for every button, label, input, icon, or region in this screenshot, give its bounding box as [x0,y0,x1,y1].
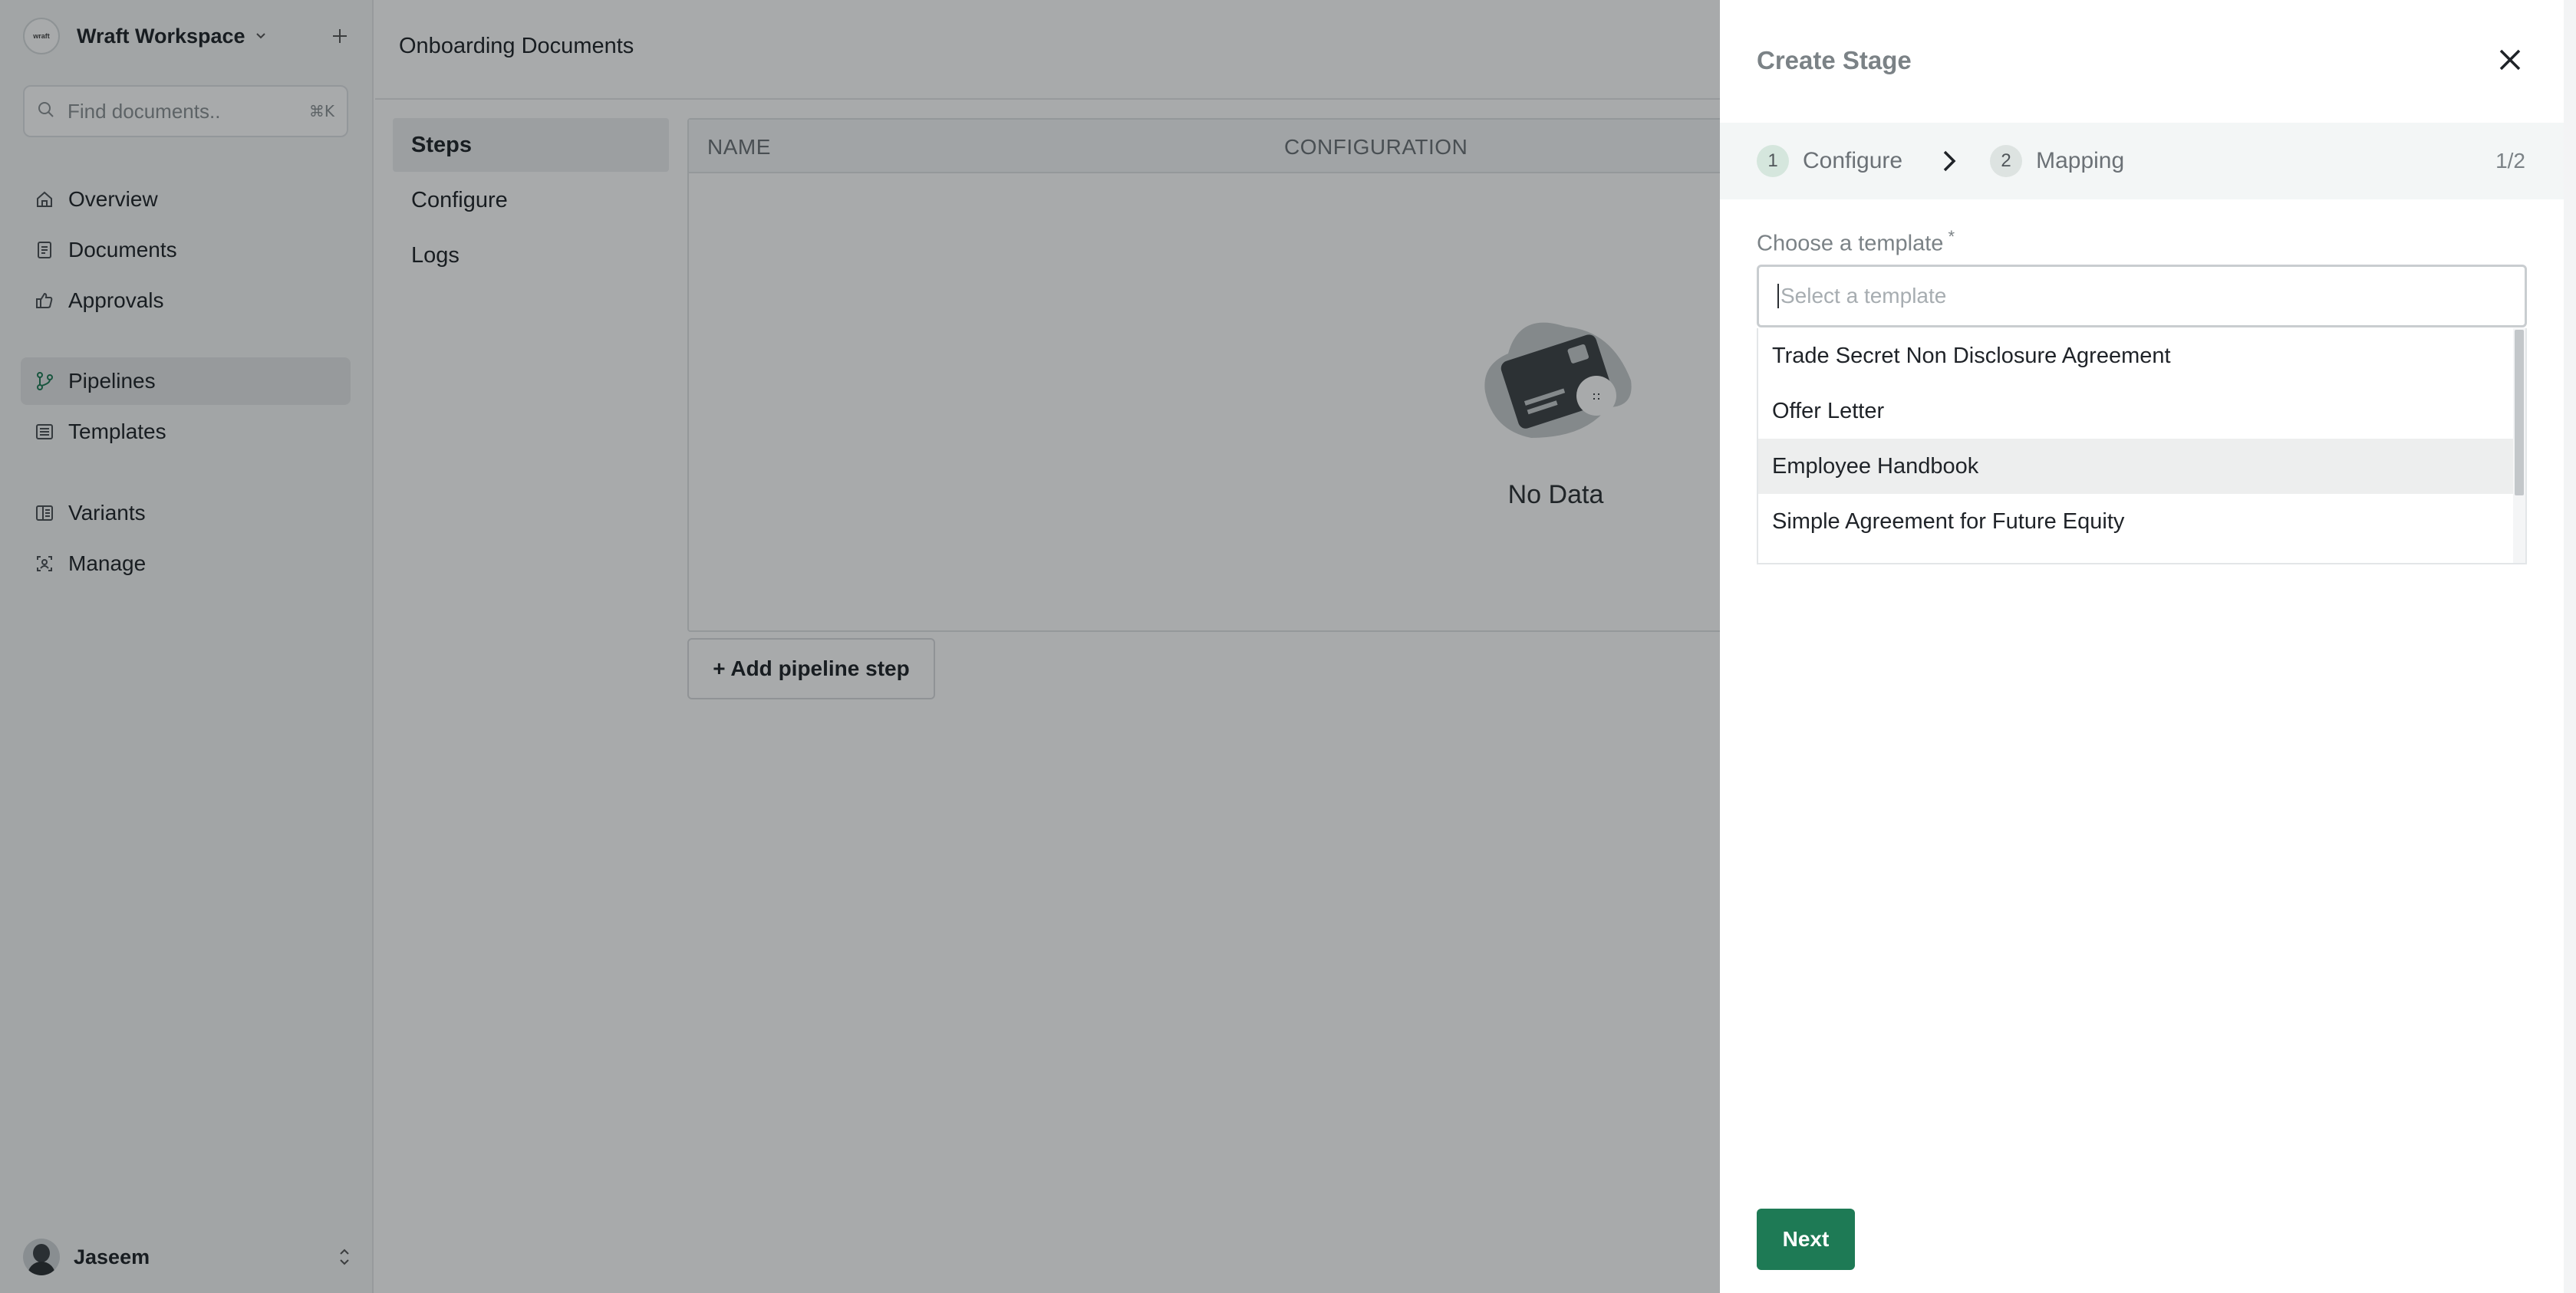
next-button[interactable]: Next [1757,1209,1855,1270]
chevron-right-icon [1938,148,1961,174]
text-caret [1777,284,1779,308]
dropdown-option[interactable]: Offer Letter [1758,383,2525,439]
dropdown-option[interactable]: Trade Secret Non Disclosure Agreement [1758,328,2525,383]
dropdown-option[interactable]: Employee Handbook [1758,439,2525,494]
drawer-title: Create Stage [1757,46,1912,74]
template-select-input[interactable]: Select a template [1757,265,2527,327]
template-field-label: Choose a template * [1757,227,1955,257]
step-number: 1 [1757,145,1789,177]
template-dropdown-list: Trade Secret Non Disclosure Agreement Of… [1757,328,2527,564]
dropdown-scrollbar-thumb[interactable] [2515,330,2524,495]
stepper: 1 Configure 2 Mapping 1/2 [1720,123,2564,199]
drawer-scrollbar[interactable] [2564,0,2576,1293]
create-stage-drawer: Create Stage 1 Configure 2 Mapping 1/2 C… [1720,0,2564,1293]
step-number: 2 [1990,145,2023,177]
step-label-configure[interactable]: Configure [1803,148,1902,174]
dropdown-scrollbar[interactable] [2513,328,2525,563]
dropdown-option[interactable]: Simple Agreement for Future Equity [1758,494,2525,549]
step-counter: 1/2 [2495,149,2525,173]
required-mark: * [1948,227,1955,246]
close-icon[interactable] [2495,44,2525,75]
step-label-mapping[interactable]: Mapping [2036,148,2124,174]
modal-backdrop[interactable] [0,0,1720,1293]
template-select-placeholder: Select a template [1780,284,1947,308]
template-field-label-text: Choose a template [1757,231,1944,256]
